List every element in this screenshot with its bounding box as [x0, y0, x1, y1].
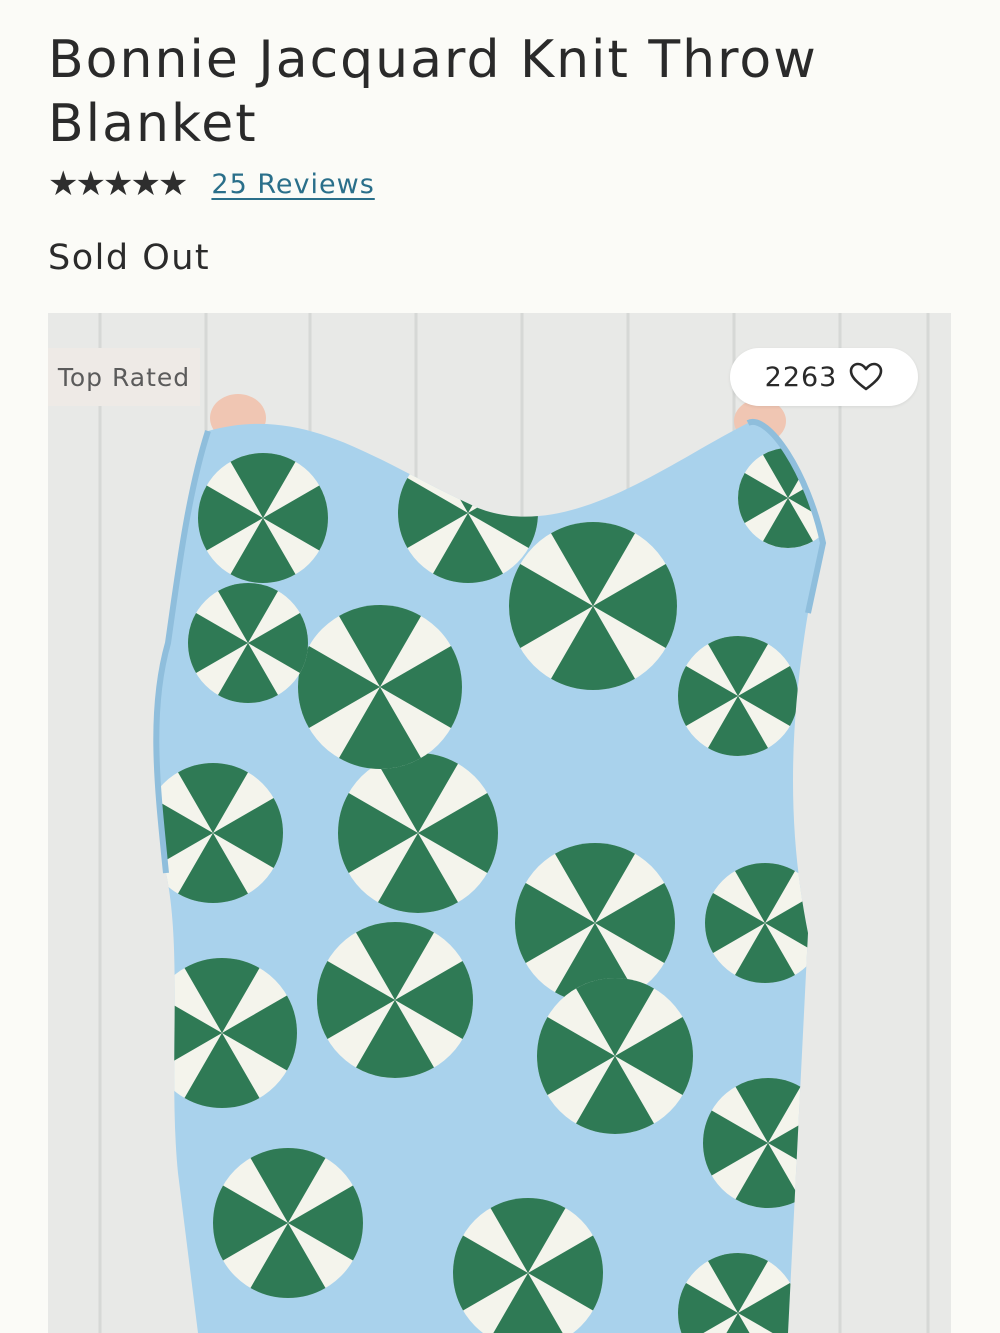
- top-rated-badge: Top Rated: [48, 348, 200, 406]
- star-icon: ★: [130, 164, 161, 204]
- product-title: Bonnie Jacquard Knit Throw Blanket: [48, 30, 818, 154]
- star-icon: ★: [75, 164, 106, 204]
- star-icon: ★: [157, 164, 189, 204]
- blanket-photo: [48, 313, 951, 1333]
- rating-row: ★ ★ ★ ★ ★ 25 Reviews: [48, 162, 375, 206]
- star-icon: ★: [102, 164, 134, 204]
- wishlist-button[interactable]: 2263: [730, 348, 918, 406]
- availability-status: Sold Out: [48, 238, 211, 278]
- wishlist-count: 2263: [764, 361, 838, 393]
- star-rating: ★ ★ ★ ★ ★: [48, 164, 189, 204]
- reviews-link[interactable]: 25 Reviews: [211, 169, 374, 200]
- product-image[interactable]: [48, 313, 951, 1333]
- heart-outline-icon: [850, 362, 883, 391]
- star-icon: ★: [48, 164, 79, 204]
